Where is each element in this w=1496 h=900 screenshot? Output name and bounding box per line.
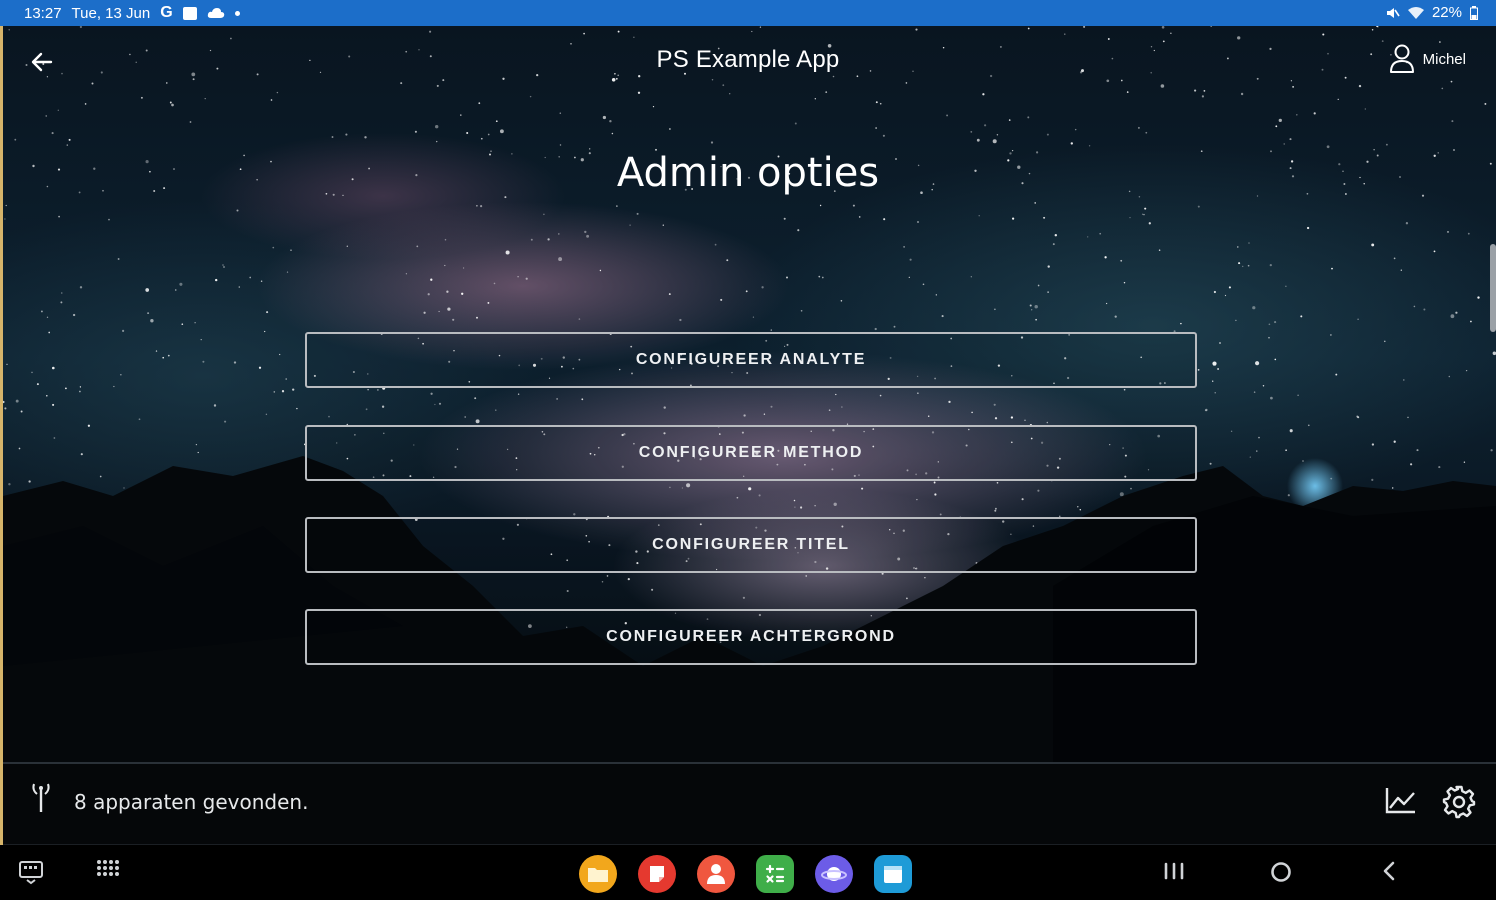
- bottom-bar: 8 apparaten gevonden.: [3, 764, 1496, 844]
- internet-app-icon[interactable]: [815, 855, 853, 893]
- calculator-icon: [765, 864, 785, 883]
- antenna-icon: [32, 783, 50, 812]
- calculator-app-icon[interactable]: [756, 855, 794, 893]
- folder-app-icon[interactable]: [579, 855, 617, 893]
- gallery-notification-icon: [182, 6, 197, 20]
- user-name: Michel: [1422, 50, 1466, 68]
- status-date: Tue, 13 Jun: [71, 4, 151, 22]
- recent-apps-icon[interactable]: [1162, 859, 1186, 883]
- battery-percent: 22%: [1431, 4, 1462, 21]
- calendar-app-icon[interactable]: [874, 855, 912, 893]
- status-left: 13:27 Tue, 13 Jun G: [24, 4, 240, 22]
- cloud-notification-icon: [207, 8, 224, 18]
- app-drawer-icon[interactable]: [96, 859, 120, 883]
- gear-icon: [1442, 785, 1476, 819]
- status-bar: 13:27 Tue, 13 Jun G 22%: [0, 0, 1496, 26]
- configure-title-button[interactable]: CONFIGUREER TITEL: [305, 517, 1197, 573]
- notes-app-icon[interactable]: [638, 855, 676, 893]
- devices-found-status: 8 apparaten gevonden.: [74, 790, 309, 814]
- configure-method-button[interactable]: CONFIGUREER METHOD: [305, 425, 1197, 481]
- page-title: Admin opties: [616, 150, 880, 196]
- contacts-app-icon[interactable]: [697, 855, 735, 893]
- folder-icon: [588, 868, 608, 882]
- status-right: 22%: [1386, 4, 1478, 21]
- configure-background-button[interactable]: CONFIGUREER ACHTERGROND: [305, 609, 1197, 665]
- chart-button[interactable]: [1385, 786, 1417, 818]
- home-icon[interactable]: [1268, 859, 1294, 885]
- mute-icon: [1386, 7, 1400, 18]
- planet-icon: [821, 867, 847, 881]
- configure-analyte-button[interactable]: CONFIGUREER ANALYTE: [305, 332, 1197, 388]
- battery-icon: [1470, 5, 1478, 20]
- back-nav-icon[interactable]: [1378, 859, 1400, 883]
- edge-panel-handle[interactable]: [1490, 244, 1496, 332]
- line-chart-icon: [1385, 788, 1415, 814]
- keyboard-toggle-icon[interactable]: [18, 859, 44, 885]
- person-icon: [707, 864, 725, 884]
- settings-button[interactable]: [1441, 784, 1477, 824]
- system-navigation-bar: [0, 845, 1496, 900]
- status-time: 13:27: [24, 4, 62, 22]
- more-notifications-icon: [234, 10, 240, 16]
- user-account-button[interactable]: Michel: [1389, 44, 1466, 74]
- google-notification-icon: G: [160, 4, 173, 21]
- wifi-icon: [1407, 6, 1424, 19]
- note-icon: [650, 866, 664, 882]
- calendar-icon: [884, 866, 902, 883]
- app-screen: 13:27 Tue, 13 Jun G 22% PS Example App M…: [0, 0, 1496, 900]
- user-icon: [1389, 44, 1414, 73]
- app-title: PS Example App: [656, 46, 840, 73]
